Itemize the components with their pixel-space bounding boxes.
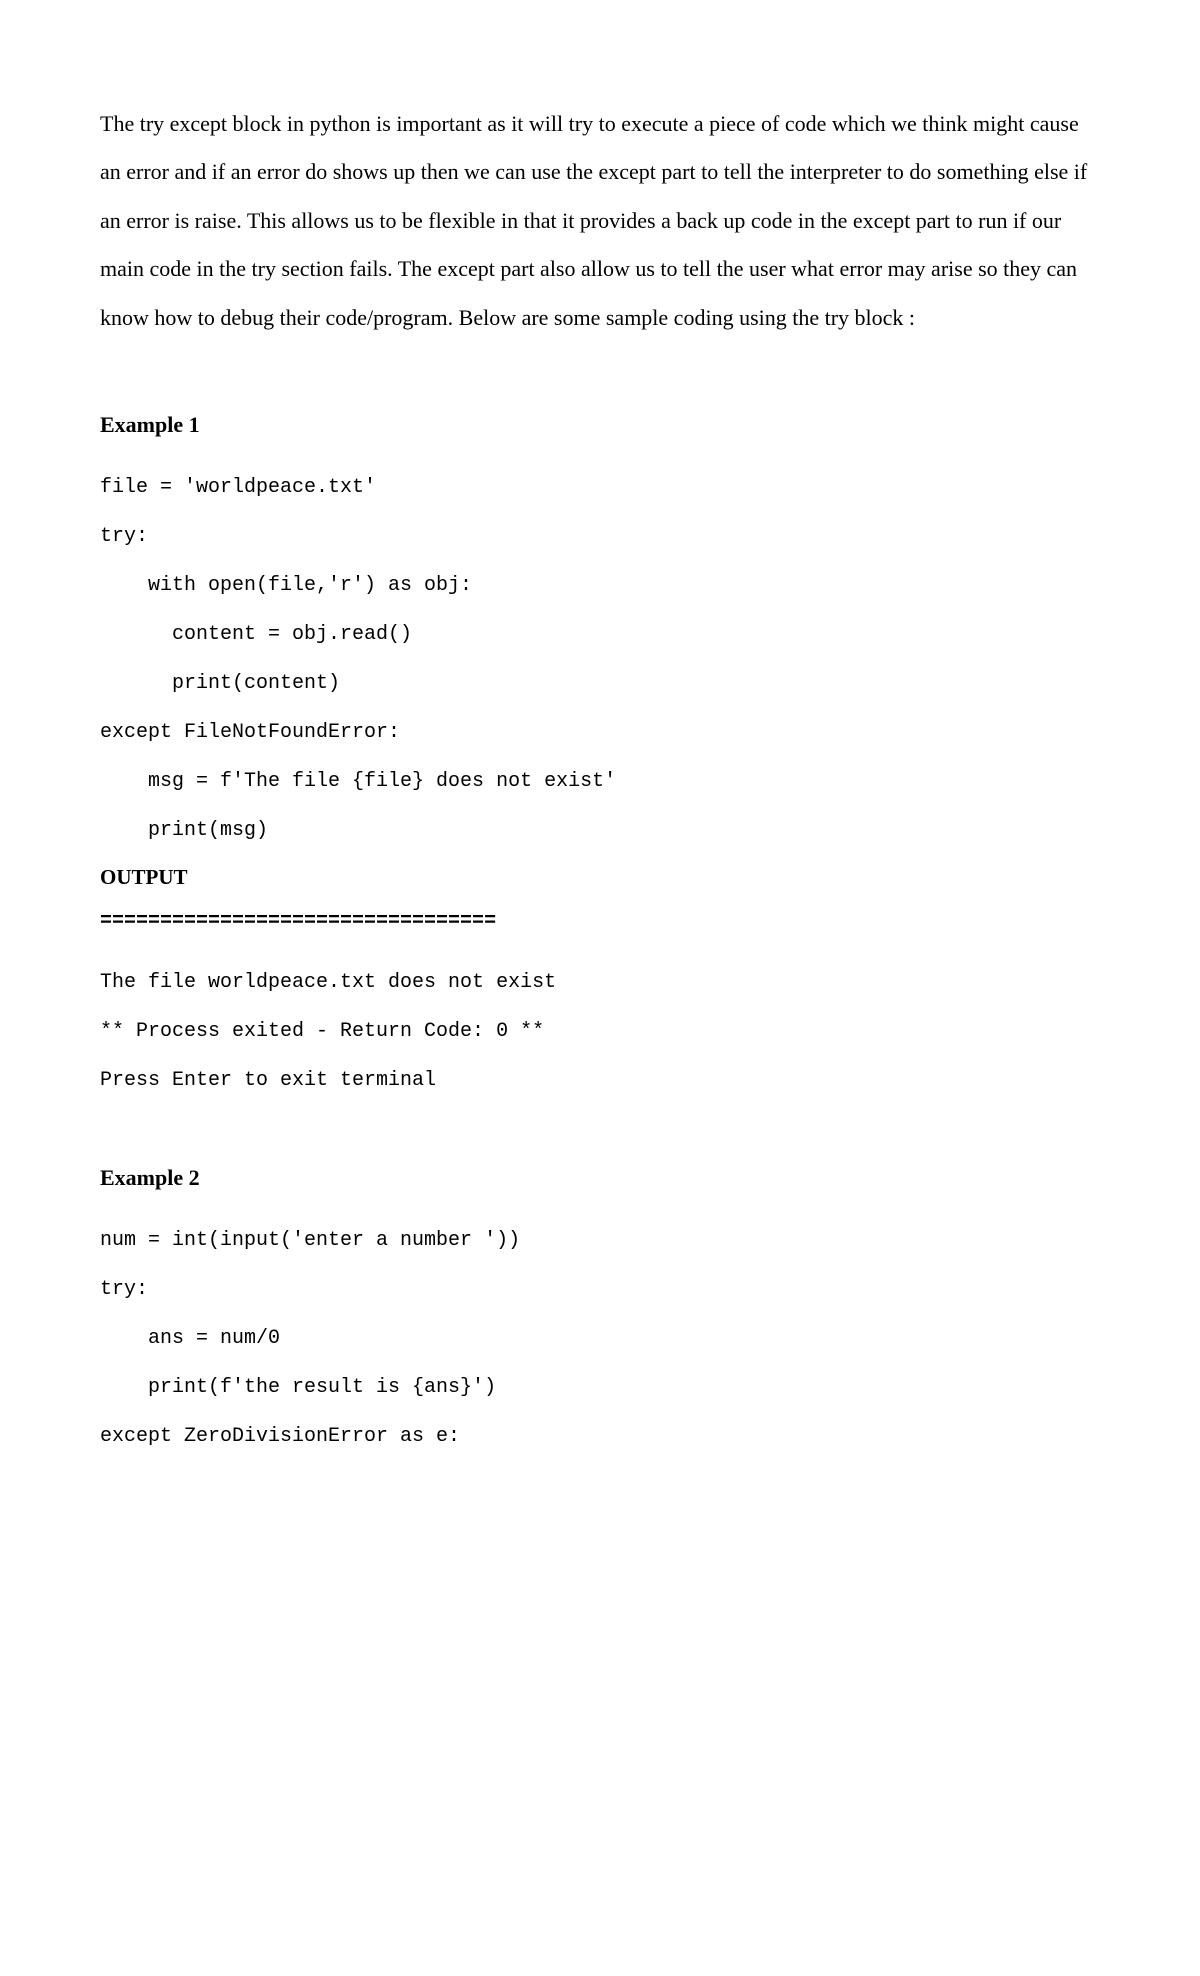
example2-code: num = int(input('enter a number ')) try:… <box>100 1216 1100 1461</box>
example2-heading: Example 2 <box>100 1165 1100 1191</box>
example1-output: The file worldpeace.txt does not exist *… <box>100 958 1100 1105</box>
example1-heading: Example 1 <box>100 412 1100 438</box>
intro-paragraph: The try except block in python is import… <box>100 100 1100 342</box>
example1-divider: ================================= <box>100 910 1100 933</box>
example1-code: file = 'worldpeace.txt' try: with open(f… <box>100 463 1100 855</box>
example1-output-heading: OUTPUT <box>100 865 1100 890</box>
